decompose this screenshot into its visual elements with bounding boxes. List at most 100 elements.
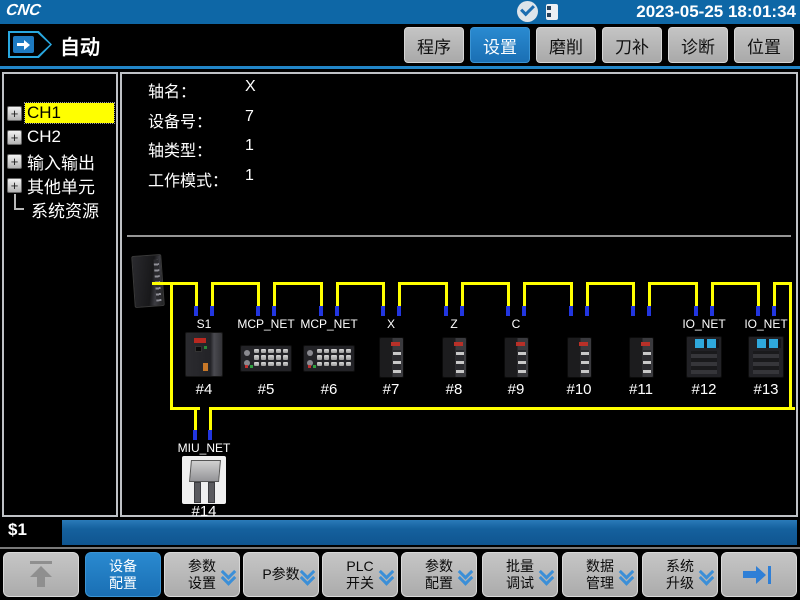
panel-led [313,365,316,368]
softkey-separator [0,547,800,549]
device-net-label: X [356,317,426,331]
expand-icon[interactable]: + [7,178,22,193]
drive-led [204,346,207,349]
device-#6[interactable] [303,345,355,372]
top-tab-4[interactable]: 诊断 [668,27,728,63]
softkey-7[interactable]: 数据管理 [562,552,638,597]
sidebar-item-2[interactable]: +输入输出 [6,150,114,172]
softkey-1[interactable]: 设备配置 [85,552,161,597]
sidebar-item-1[interactable]: +CH2 [6,126,114,148]
softkey-8[interactable]: 系统升级 [642,552,718,597]
bus-wire [398,282,448,285]
expand-icon[interactable]: + [7,130,22,145]
drive-connectors [518,350,526,373]
softkey-2[interactable]: 参数设置 [164,552,240,597]
chevron-down-icon [380,567,393,582]
device-id-label: #11 [610,381,672,398]
device-#8[interactable] [442,337,467,378]
bus-connector [335,306,339,316]
sidebar-item-4[interactable]: 系统资源 [6,198,114,220]
sidebar-item-0[interactable]: +CH1 [6,102,114,124]
bus-wire [195,282,198,306]
info-label: 设备号： [148,108,212,132]
storage-icon [546,4,558,20]
device-#11[interactable] [629,337,654,378]
top-tab-3[interactable]: 刀补 [602,27,662,63]
panel-key [346,362,351,366]
bus-connector [756,306,760,316]
info-label: 轴类型： [148,137,212,161]
device-#14[interactable] [182,456,226,504]
drive-connectors [393,350,401,373]
device-id-label: #13 [735,381,797,398]
top-tab-1[interactable]: 设置 [470,27,530,63]
bus-connector [272,306,276,316]
drive-connectors [643,350,651,373]
softkey-5[interactable]: 参数配置 [401,552,477,597]
panel-key [346,355,351,359]
device-id-label: #6 [298,381,360,398]
sidebar-item-label: 输入输出 [25,149,97,174]
divider-strip [0,66,800,69]
channel-label: $1 [8,520,27,540]
bus-wire [336,282,385,285]
sidebar-item-label: 其他单元 [25,173,97,198]
bus-wire [632,282,635,306]
bus-connector [210,306,214,316]
sidebar-item-label: CH2 [25,127,63,147]
bus-connector [569,306,573,316]
bus-connector [193,430,197,440]
panel-key [339,362,344,366]
page-up-button[interactable] [3,552,79,597]
device-id-label: #9 [485,381,547,398]
panel-keys [254,349,288,366]
bus-wire [711,282,714,306]
softkey-6[interactable]: 批量调试 [482,552,558,597]
bus-connector [585,306,589,316]
bus-wire [695,282,698,306]
device-#5[interactable] [240,345,292,372]
device-#10[interactable] [567,337,592,378]
bus-wire [461,282,510,285]
mode-arrow-icon [8,31,52,58]
bus-connector [460,306,464,316]
panel-key [346,349,351,353]
host-controller[interactable] [131,254,165,308]
device-#12[interactable] [686,336,722,378]
expand-icon[interactable]: + [7,154,22,169]
bus-wire [211,282,214,306]
device-#4[interactable] [185,332,223,377]
top-tab-2[interactable]: 磨削 [536,27,596,63]
drive-display [579,342,588,346]
device-id-label: #8 [423,381,485,398]
panel-key [261,362,266,366]
device-#7[interactable] [379,337,404,378]
device-id-label: #5 [235,381,297,398]
bus-connector [710,306,714,316]
next-page-button[interactable] [721,552,797,597]
bus-connector [631,306,635,316]
device-id-label: #7 [360,381,422,398]
bus-wire [273,282,323,285]
device-net-label: MCP_NET [231,317,301,331]
sidebar-item-3[interactable]: +其他单元 [6,174,114,196]
io-indicators [757,339,781,348]
bus-wire [757,282,760,306]
drive-button [195,346,202,352]
softkey-3[interactable]: P参数 [243,552,319,597]
panel-key [276,362,281,366]
bus-connector [319,306,323,316]
device-#9[interactable] [504,337,529,378]
panel-key [339,355,344,359]
expand-icon[interactable]: + [7,106,22,121]
chevron-down-icon [700,567,713,582]
top-tab-0[interactable]: 程序 [404,27,464,63]
device-#13[interactable] [748,336,784,378]
top-tab-5[interactable]: 位置 [734,27,794,63]
softkey-4[interactable]: PLC开关 [322,552,398,597]
panel-key [283,349,288,353]
drive-display [454,342,463,346]
panel-key [324,362,329,366]
bus-wire [586,282,589,306]
chevron-down-icon [301,567,314,582]
